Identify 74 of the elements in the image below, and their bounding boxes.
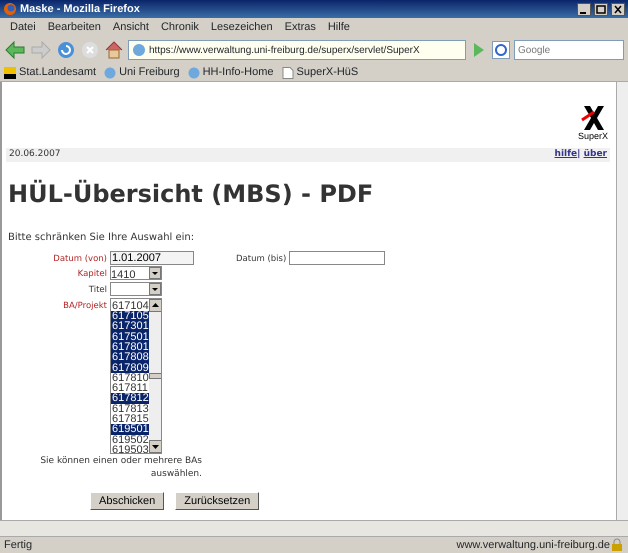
menu-item[interactable]: Datei bbox=[4, 18, 42, 36]
menu-item[interactable]: Chronik bbox=[154, 18, 205, 36]
list-option[interactable]: 617811 bbox=[111, 383, 149, 394]
window-title: Maske - Mozilla Firefox bbox=[20, 2, 141, 17]
url-text: https://www.verwaltung.uni-freiburg.de/superx/servlet/SuperX bbox=[149, 44, 421, 58]
form-button[interactable]: Abschicken bbox=[90, 492, 164, 510]
home-icon[interactable] bbox=[104, 40, 124, 60]
vertical-scrollbar[interactable] bbox=[616, 82, 628, 520]
list-option[interactable]: 617810 bbox=[111, 372, 149, 384]
field-label: Datum (von) bbox=[52, 252, 107, 266]
list-option[interactable]: 617104 bbox=[111, 300, 149, 312]
bookmark-item[interactable]: SuperX-HüS bbox=[282, 64, 358, 81]
page-heading: HÜL-Übersicht (MBS) - PDF bbox=[8, 178, 374, 210]
bookmark-item[interactable]: Stat.Landesamt bbox=[4, 64, 96, 81]
form-button[interactable]: Zurücksetzen bbox=[175, 492, 260, 510]
scroll-thumb[interactable] bbox=[148, 372, 161, 379]
page-icon bbox=[282, 66, 294, 78]
dropdown[interactable] bbox=[110, 282, 162, 296]
status-text: Fertig bbox=[4, 538, 34, 553]
intro-text: Bitte schränken Sie Ihre Auswahl ein: bbox=[8, 230, 196, 244]
list-option[interactable]: 617301 bbox=[111, 321, 149, 332]
site-icon bbox=[4, 66, 16, 78]
padlock-icon bbox=[610, 538, 624, 552]
list-option[interactable]: 617815 bbox=[111, 414, 149, 424]
date-input[interactable]: 1.01.2007 bbox=[110, 250, 194, 264]
field-label: Titel bbox=[88, 284, 107, 297]
list-option[interactable]: 619502 bbox=[111, 434, 149, 445]
scroll-up-icon[interactable] bbox=[148, 298, 161, 312]
field-label: Kapitel bbox=[76, 268, 107, 281]
dropdown[interactable]: 1410 bbox=[110, 266, 162, 280]
logo-text: SuperX bbox=[578, 130, 608, 143]
page-link[interactable]: hilfe bbox=[554, 148, 578, 159]
back-arrow-icon[interactable] bbox=[4, 40, 26, 60]
bookmark-item[interactable]: Uni Freiburg bbox=[104, 64, 180, 81]
list-option[interactable]: 617809 bbox=[111, 362, 149, 373]
list-option[interactable]: 617105 bbox=[111, 311, 149, 322]
x-logo-icon bbox=[580, 104, 606, 130]
link-separator: | bbox=[577, 148, 580, 159]
page-link[interactable]: über bbox=[584, 148, 607, 159]
globe-icon bbox=[188, 66, 200, 78]
maximize-icon[interactable] bbox=[594, 2, 608, 16]
menu-item[interactable]: Hilfe bbox=[322, 18, 356, 36]
list-option[interactable]: 617813 bbox=[111, 404, 149, 414]
globe-icon bbox=[132, 43, 146, 57]
list-option[interactable]: 617808 bbox=[111, 352, 149, 363]
horizontal-scrollbar[interactable] bbox=[0, 520, 628, 536]
list-option[interactable]: 617501 bbox=[111, 332, 149, 342]
bookmark-label: HH-Info-Home bbox=[202, 65, 274, 80]
list-option[interactable]: 619503 bbox=[111, 444, 149, 453]
menu-item[interactable]: Extras bbox=[278, 18, 322, 36]
field-label: Datum (bis) bbox=[236, 252, 286, 266]
bookmark-item[interactable]: HH-Info-Home bbox=[188, 64, 274, 81]
hint-text: Sie können einen oder mehrere BAs auswählen. bbox=[39, 454, 202, 482]
list-option[interactable]: 619501 bbox=[111, 424, 149, 435]
bookmark-label: Uni Freiburg bbox=[119, 65, 180, 80]
close-icon[interactable] bbox=[611, 2, 625, 16]
multi-select-list[interactable]: 617104 617105 617301 617501 617801 617808 617809 617810 617811 617812 617813 617815 619501 619502 619503 bbox=[110, 298, 162, 454]
date-text: 20.06.2007 bbox=[9, 148, 61, 161]
bookmark-label: Stat.Landesamt bbox=[19, 65, 96, 80]
status-url: www.verwaltung.uni-freiburg.de bbox=[456, 538, 610, 553]
list-option[interactable]: 617801 bbox=[111, 342, 149, 352]
menu-item[interactable]: Lesezeichen bbox=[204, 18, 279, 36]
menu-item[interactable]: Bearbeiten bbox=[42, 18, 107, 36]
minimize-icon[interactable] bbox=[577, 2, 591, 16]
address-bar[interactable]: https://www.verwaltung.uni-freiburg.de/superx/servlet/SuperX bbox=[128, 40, 466, 60]
date-input[interactable] bbox=[289, 250, 386, 264]
field-label: BA/Projekt bbox=[62, 300, 107, 313]
list-option[interactable]: 617812 bbox=[111, 393, 149, 404]
bookmark-label: SuperX-HüS bbox=[296, 65, 358, 80]
menu-item[interactable]: Ansicht bbox=[106, 18, 155, 36]
search-field[interactable]: Google bbox=[514, 40, 624, 60]
globe-icon bbox=[104, 66, 116, 78]
scroll-down-icon[interactable] bbox=[148, 440, 161, 453]
reload-icon[interactable] bbox=[56, 40, 76, 60]
